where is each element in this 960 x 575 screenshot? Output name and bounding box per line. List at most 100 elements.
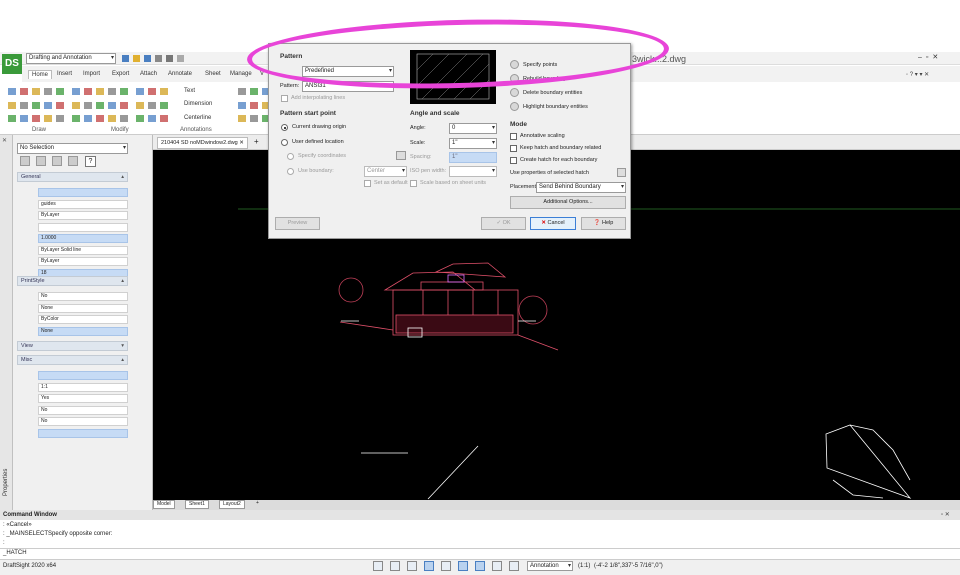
spacing-input[interactable]: 1" xyxy=(449,152,497,163)
ribbon-tool-icon[interactable] xyxy=(238,88,246,95)
ribbon-tool-icon[interactable] xyxy=(160,88,168,95)
status-toggle-icon[interactable] xyxy=(492,561,502,571)
ribbon-tool-icon[interactable] xyxy=(72,102,80,109)
user-defined-radio[interactable] xyxy=(281,139,288,146)
keep-hatch-checkbox[interactable] xyxy=(510,145,517,152)
layout-tab-sheet1[interactable]: Sheet1 xyxy=(185,500,209,509)
ribbon-tool-icon[interactable] xyxy=(96,102,104,109)
status-toggle-icon[interactable] xyxy=(424,561,434,571)
cancel-button[interactable]: ✕ Cancel xyxy=(530,217,576,230)
rebuild-boundary-icon[interactable] xyxy=(510,74,519,83)
ribbon-tool-icon[interactable] xyxy=(20,88,28,95)
tab-import[interactable]: Import xyxy=(83,71,100,77)
property-value[interactable] xyxy=(38,371,128,380)
property-value[interactable] xyxy=(38,188,128,197)
document-tab[interactable]: 210404 SD noMDwindow2.dwg ✕ xyxy=(157,137,248,149)
ribbon-tool-icon[interactable] xyxy=(32,88,40,95)
ribbon-tool-icon[interactable] xyxy=(250,115,258,122)
tab-manage[interactable]: Manage xyxy=(230,71,252,77)
tab-annotate[interactable]: Annotate xyxy=(168,71,192,77)
annotation-scale-select[interactable]: Annotation ▾ xyxy=(527,561,573,571)
new-icon[interactable] xyxy=(122,55,129,62)
set-default-checkbox[interactable] xyxy=(364,180,371,187)
annotative-checkbox[interactable] xyxy=(510,133,517,140)
property-value[interactable]: ByColor xyxy=(38,315,128,324)
dimension-tool[interactable]: Dimension xyxy=(184,101,212,107)
status-toggle-icon[interactable] xyxy=(373,561,383,571)
ribbon-tool-icon[interactable] xyxy=(72,88,80,95)
window-controls[interactable]: –▫✕ xyxy=(918,53,942,61)
ribbon-right-controls[interactable]: ◦ ? ▾ ▾ ✕ xyxy=(906,71,929,78)
help-button[interactable]: ❓ Help xyxy=(581,217,626,230)
ribbon-tool-icon[interactable] xyxy=(84,102,92,109)
ribbon-tool-icon[interactable] xyxy=(160,102,168,109)
workspace-select[interactable]: Drafting and Annotation ▾ xyxy=(26,53,116,64)
ok-button[interactable]: ✓ OK xyxy=(481,217,526,230)
tab-home[interactable]: Home xyxy=(28,70,53,79)
open-icon[interactable] xyxy=(133,55,140,62)
placement-select[interactable]: Send Behind Boundary ▾ xyxy=(536,182,626,193)
property-value[interactable] xyxy=(38,222,128,232)
ribbon-tool-icon[interactable] xyxy=(148,88,156,95)
pick-hatch-icon[interactable] xyxy=(617,168,626,177)
help-icon[interactable]: ? xyxy=(85,156,96,167)
layout-tab-model[interactable]: Model xyxy=(153,500,175,509)
ribbon-tool-icon[interactable] xyxy=(96,88,104,95)
boundary-position-select[interactable]: Center ▾ xyxy=(364,166,407,177)
section-printstyle[interactable]: PrintStyle ▴ xyxy=(17,276,128,286)
add-document-button[interactable]: + xyxy=(251,137,262,149)
property-value[interactable]: 1:1 xyxy=(38,382,128,392)
ribbon-tool-icon[interactable] xyxy=(250,102,258,109)
create-each-checkbox[interactable] xyxy=(510,157,517,164)
additional-options-button[interactable]: Additional Options... xyxy=(510,196,626,209)
section-general[interactable]: General ▴ xyxy=(17,172,128,182)
status-toggle-icon[interactable] xyxy=(475,561,485,571)
status-toggle-icon[interactable] xyxy=(441,561,451,571)
ribbon-tool-icon[interactable] xyxy=(32,115,40,122)
specify-coords-radio[interactable] xyxy=(287,153,294,160)
redo-icon[interactable] xyxy=(177,55,184,62)
ribbon-tool-icon[interactable] xyxy=(238,115,246,122)
ribbon-tool-icon[interactable] xyxy=(108,88,116,95)
filter-icon[interactable] xyxy=(68,156,78,166)
property-value[interactable]: No xyxy=(38,417,128,426)
ribbon-tool-icon[interactable] xyxy=(148,115,156,122)
status-toggle-icon[interactable] xyxy=(509,561,519,571)
property-value[interactable]: ByLayer xyxy=(38,211,128,220)
property-value[interactable]: No xyxy=(38,292,128,301)
specify-points-label[interactable]: Specify points xyxy=(523,62,557,68)
ribbon-tool-icon[interactable] xyxy=(108,115,116,122)
ribbon-tool-icon[interactable] xyxy=(160,115,168,122)
quick-select-icon[interactable] xyxy=(52,156,62,166)
ribbon-tool-icon[interactable] xyxy=(44,102,52,109)
rebuild-boundary-label[interactable]: Rebuild boundary xyxy=(523,76,566,82)
specify-points-icon[interactable] xyxy=(510,60,519,69)
ribbon-tool-icon[interactable] xyxy=(44,88,52,95)
close-icon[interactable]: ✕ xyxy=(239,140,244,146)
pattern-name-select[interactable]: ANSI31 ▾ xyxy=(302,81,394,92)
tab-attach[interactable]: Attach xyxy=(140,71,157,77)
tab-insert[interactable]: Insert xyxy=(57,71,72,77)
ribbon-tool-icon[interactable] xyxy=(120,102,128,109)
status-toggle-icon[interactable] xyxy=(390,561,400,571)
ribbon-tool-icon[interactable] xyxy=(120,88,128,95)
app-logo[interactable]: DS xyxy=(2,54,22,74)
property-value[interactable]: None xyxy=(38,326,128,336)
ribbon-tool-icon[interactable] xyxy=(96,115,104,122)
preview-button[interactable]: Preview xyxy=(275,217,320,230)
ribbon-tool-icon[interactable] xyxy=(44,115,52,122)
layout-tab-layout2[interactable]: Layout2 xyxy=(219,500,245,509)
highlight-boundary-label[interactable]: Highlight boundary entities xyxy=(523,104,588,110)
select-objects-icon[interactable] xyxy=(36,156,46,166)
scale-sheet-checkbox[interactable] xyxy=(410,180,417,187)
pattern-type-select[interactable]: Predefined ▾ xyxy=(302,66,394,77)
ribbon-tool-icon[interactable] xyxy=(238,102,246,109)
status-toggle-icon[interactable] xyxy=(407,561,417,571)
ribbon-tool-icon[interactable] xyxy=(32,102,40,109)
property-value[interactable]: guides xyxy=(38,199,128,209)
ribbon-tool-icon[interactable] xyxy=(56,88,64,95)
command-input[interactable]: _HATCH xyxy=(0,548,960,559)
ribbon-tool-icon[interactable] xyxy=(56,115,64,122)
save-icon[interactable] xyxy=(144,55,151,62)
ribbon-tool-icon[interactable] xyxy=(120,115,128,122)
